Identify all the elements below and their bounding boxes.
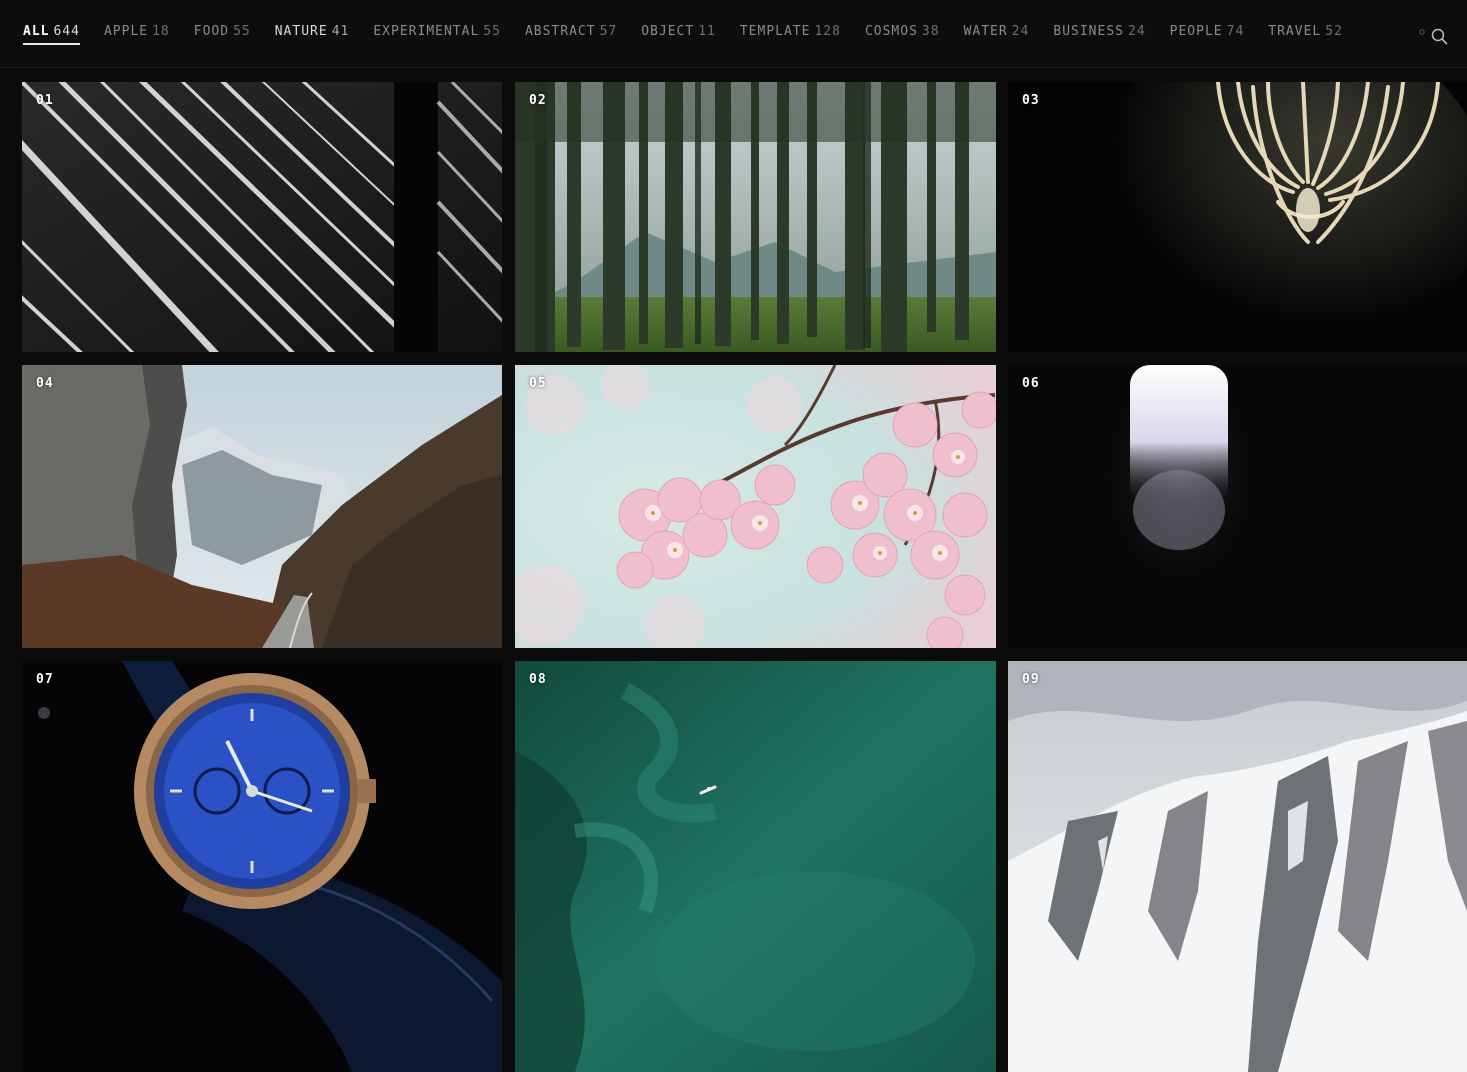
forest-thumbnail bbox=[515, 82, 996, 352]
tab-apple[interactable]: APPLE 18 bbox=[104, 24, 170, 45]
tile-number: 09 bbox=[1022, 672, 1040, 687]
tab-template[interactable]: TEMPLATE 128 bbox=[740, 24, 841, 45]
tile-number: 05 bbox=[529, 376, 547, 391]
lightbulb-filament-thumbnail bbox=[1008, 82, 1467, 352]
tab-count: 644 bbox=[53, 24, 80, 39]
cherry-blossom-thumbnail bbox=[515, 365, 996, 648]
tab-count: 55 bbox=[483, 24, 501, 39]
tab-nature[interactable]: NATURE 41 bbox=[275, 24, 350, 45]
tab-all[interactable]: ALL 644 bbox=[23, 24, 80, 45]
search-icon bbox=[1419, 28, 1448, 45]
tab-travel[interactable]: TRAVEL 52 bbox=[1268, 24, 1343, 45]
tab-label: BUSINESS bbox=[1053, 24, 1124, 39]
category-tabs: ALL 644 APPLE 18 FOOD 55 NATURE 41 EXPERIMEN… bbox=[23, 24, 1343, 45]
tab-label: ALL bbox=[23, 24, 50, 39]
tab-food[interactable]: FOOD 55 bbox=[194, 24, 251, 45]
tile-number: 06 bbox=[1022, 376, 1040, 391]
video-tile[interactable]: 05 bbox=[515, 365, 996, 648]
mountain-valley-thumbnail bbox=[22, 365, 502, 648]
video-tile[interactable]: 06 bbox=[1008, 365, 1467, 648]
tab-business[interactable]: BUSINESS 24 bbox=[1053, 24, 1145, 45]
video-tile[interactable]: 09 bbox=[1008, 661, 1467, 1072]
tab-label: NATURE bbox=[274, 24, 328, 39]
tab-count: 57 bbox=[599, 24, 618, 39]
tab-label: COSMOS bbox=[864, 24, 918, 39]
tab-water[interactable]: WATER 24 bbox=[964, 24, 1030, 45]
video-tile[interactable]: 02 bbox=[515, 82, 996, 352]
wristwatch-thumbnail bbox=[22, 661, 502, 1072]
tab-label: OBJECT bbox=[641, 24, 695, 39]
tab-count: 41 bbox=[331, 24, 350, 39]
tab-abstract[interactable]: ABSTRACT 57 bbox=[525, 24, 617, 45]
light-glow-thumbnail bbox=[1008, 365, 1467, 648]
tab-count: 38 bbox=[921, 24, 940, 39]
tab-count: 24 bbox=[1011, 24, 1030, 39]
tab-count: 24 bbox=[1128, 24, 1146, 39]
abstract-shadow-stripes-thumbnail bbox=[22, 82, 502, 352]
tab-experimental[interactable]: EXPERIMENTAL 55 bbox=[373, 24, 501, 45]
video-tile[interactable]: 01 bbox=[22, 82, 502, 352]
aerial-water-thumbnail bbox=[515, 661, 996, 1072]
tile-number: 04 bbox=[36, 376, 54, 391]
video-tile[interactable]: 04 bbox=[22, 365, 502, 648]
category-nav: ALL 644 APPLE 18 FOOD 55 NATURE 41 EXPERIMEN… bbox=[0, 0, 1467, 68]
search-button[interactable] bbox=[1417, 24, 1449, 48]
tab-count: 11 bbox=[698, 24, 716, 39]
tab-people[interactable]: PEOPLE 74 bbox=[1170, 24, 1245, 45]
tab-cosmos[interactable]: COSMOS 38 bbox=[865, 24, 940, 45]
video-tile[interactable]: 07 bbox=[22, 661, 502, 1072]
video-tile[interactable]: 03 bbox=[1008, 82, 1467, 352]
tile-number: 01 bbox=[36, 93, 54, 108]
tab-label: ABSTRACT bbox=[524, 24, 596, 39]
tile-number: 07 bbox=[36, 672, 54, 687]
tab-count: 74 bbox=[1226, 24, 1245, 39]
tab-label: WATER bbox=[963, 24, 1008, 39]
tab-count: 55 bbox=[233, 24, 251, 39]
tile-number: 08 bbox=[529, 672, 547, 687]
tab-count: 128 bbox=[814, 24, 841, 39]
tab-label: FOOD bbox=[193, 24, 230, 39]
tab-label: PEOPLE bbox=[1169, 24, 1223, 39]
tab-label: APPLE bbox=[103, 24, 149, 39]
video-tile[interactable]: 08 bbox=[515, 661, 996, 1072]
tab-label: EXPERIMENTAL bbox=[373, 24, 480, 39]
tile-number: 03 bbox=[1022, 93, 1040, 108]
tab-count: 52 bbox=[1325, 24, 1343, 39]
tile-number: 02 bbox=[529, 93, 547, 108]
tab-count: 18 bbox=[152, 24, 170, 39]
tab-label: TRAVEL bbox=[1268, 24, 1322, 39]
snowy-mountain-thumbnail bbox=[1008, 661, 1467, 1072]
tab-object[interactable]: OBJECT 11 bbox=[641, 24, 716, 45]
tab-label: TEMPLATE bbox=[739, 24, 811, 39]
